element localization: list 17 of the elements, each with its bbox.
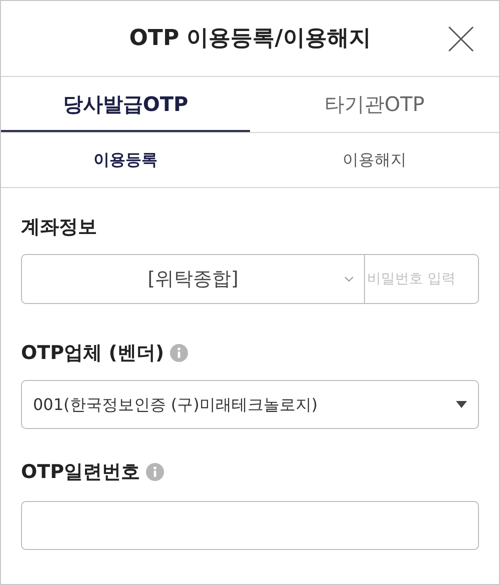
vendor-select[interactable]: 001(한국정보인증 (구)미래테크놀로지) (21, 380, 479, 429)
sub-tab[interactable]: 이용해지 (250, 133, 499, 187)
info-icon[interactable] (170, 344, 188, 362)
field-label: OTP일련번호 (21, 460, 140, 485)
dropdown-triangle-icon (456, 401, 467, 408)
account-select[interactable]: [위탁종합] (21, 254, 365, 304)
tab[interactable]: 당사발급OTP (1, 77, 250, 132)
field-label: 계좌정보 (21, 215, 98, 240)
chevron-down-icon (344, 276, 354, 282)
sub-tab[interactable]: 이용등록 (1, 133, 250, 187)
password-field[interactable]: 비밀번호 입력 (365, 254, 479, 304)
info-icon[interactable] (146, 463, 164, 481)
close-button[interactable] (447, 25, 475, 53)
field-label: OTP업체 (벤더) (21, 341, 164, 366)
serial-field[interactable] (21, 501, 479, 550)
tab[interactable]: 타기관OTP (250, 77, 499, 132)
window-title: OTP 이용등록/이용해지 (129, 25, 371, 53)
